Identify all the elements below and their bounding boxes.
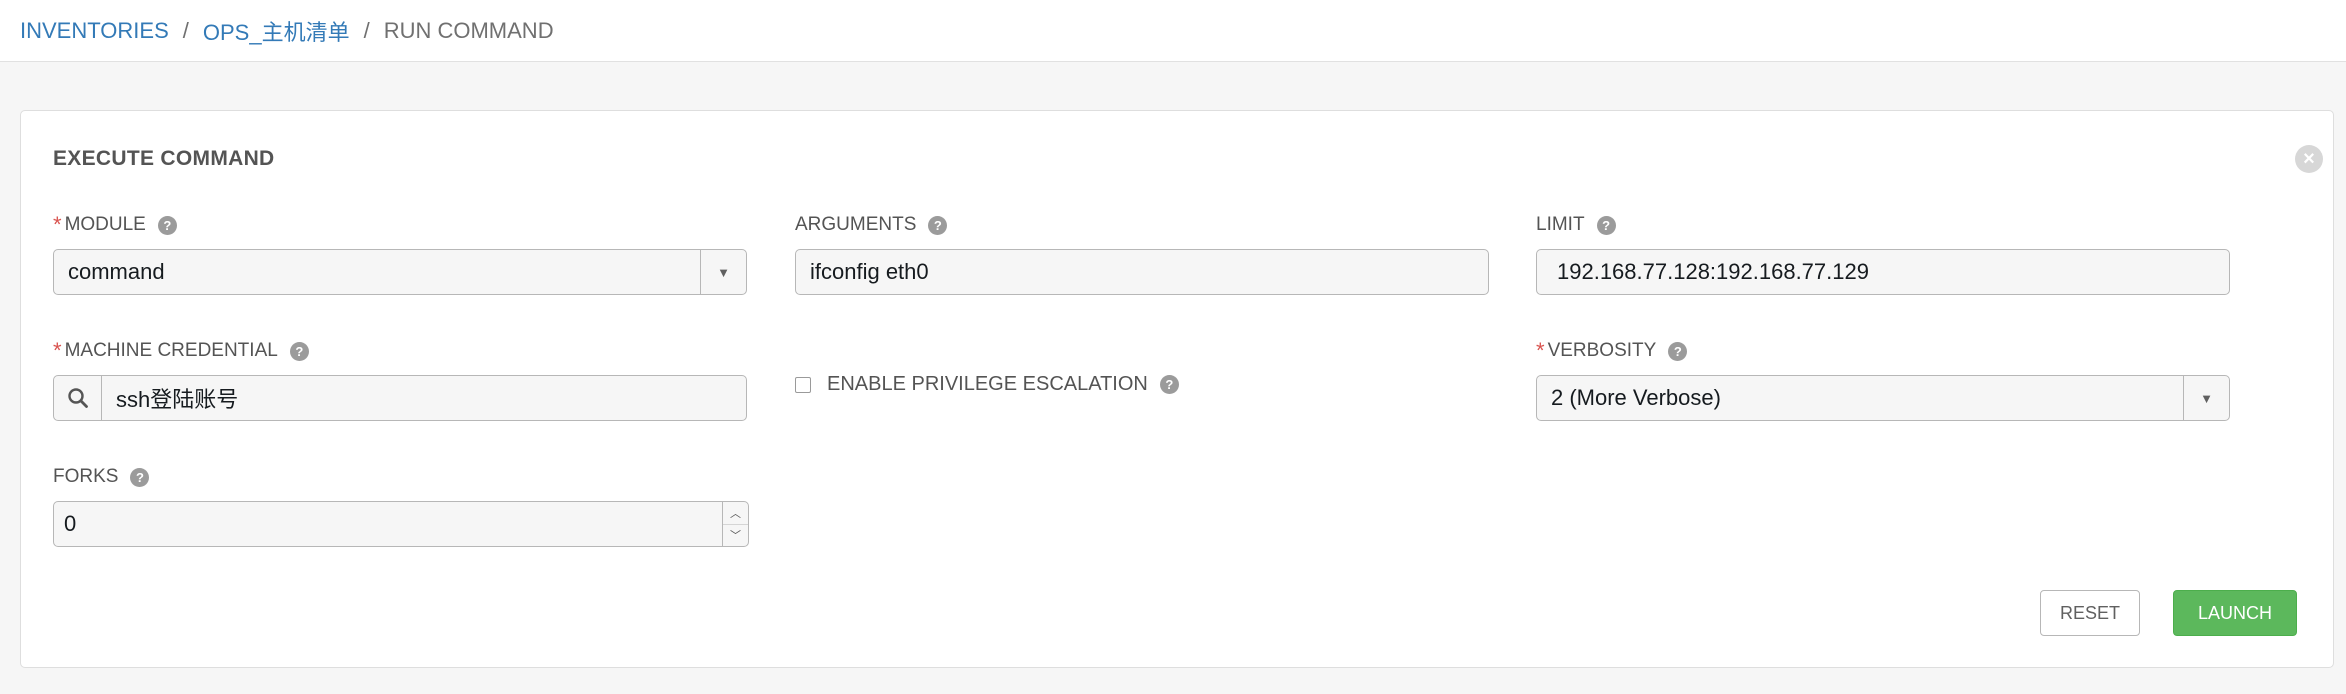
- machine-credential-field: * MACHINE CREDENTIAL ? ssh登陆账号: [53, 338, 747, 423]
- module-field: * MODULE ? command ▼: [53, 212, 747, 297]
- chevron-down-icon[interactable]: ﹀: [723, 523, 748, 547]
- privilege-escalation-checkbox[interactable]: [795, 376, 811, 393]
- module-value: command: [68, 259, 165, 284]
- breadcrumb-separator: /: [182, 17, 189, 43]
- machine-credential-lookup[interactable]: ssh登陆账号: [53, 375, 747, 421]
- module-select[interactable]: command ▼: [53, 249, 747, 295]
- execute-command-panel: EXECUTE COMMAND × * MODULE ? command ▼ A…: [20, 110, 2334, 668]
- verbosity-field: * VERBOSITY ? 2 (More Verbose) ▼: [1536, 338, 2230, 423]
- breadcrumb-current: RUN COMMAND: [383, 17, 554, 43]
- arguments-label: ARGUMENTS ?: [795, 213, 1489, 237]
- chevron-down-icon[interactable]: ▼: [700, 250, 746, 294]
- arguments-field: ARGUMENTS ? ifconfig eth0: [795, 213, 1489, 297]
- breadcrumb-separator: /: [363, 17, 370, 43]
- forks-field: FORKS ? 0 ︿ ﹀: [53, 465, 749, 549]
- forks-spinner: ︿ ﹀: [722, 502, 748, 546]
- limit-label-text: LIMIT: [1536, 214, 1585, 235]
- breadcrumb-inventories-link[interactable]: INVENTORIES: [20, 18, 169, 44]
- launch-button[interactable]: LAUNCH: [2173, 590, 2297, 636]
- chevron-down-icon[interactable]: ▼: [2183, 376, 2229, 420]
- required-mark: *: [1536, 338, 1545, 363]
- limit-label: LIMIT ?: [1536, 213, 2230, 237]
- arguments-label-text: ARGUMENTS: [795, 214, 917, 235]
- module-label-text: MODULE: [64, 214, 146, 235]
- arguments-value: ifconfig eth0: [810, 259, 929, 284]
- help-icon[interactable]: ?: [1596, 215, 1616, 235]
- panel-title: EXECUTE COMMAND: [53, 147, 275, 170]
- verbosity-value: 2 (More Verbose): [1551, 385, 1721, 410]
- chevron-up-icon[interactable]: ︿: [723, 502, 748, 524]
- privilege-escalation-row: ENABLE PRIVILEGE ESCALATION ?: [795, 373, 1179, 396]
- help-icon[interactable]: ?: [157, 215, 177, 235]
- forks-label-text: FORKS: [53, 466, 119, 487]
- verbosity-select[interactable]: 2 (More Verbose) ▼: [1536, 375, 2230, 421]
- reset-button[interactable]: RESET: [2040, 590, 2140, 636]
- module-label: * MODULE ?: [53, 212, 747, 237]
- breadcrumb-inventory-link[interactable]: OPS_主机清单: [203, 15, 350, 47]
- forks-input[interactable]: 0 ︿ ﹀: [53, 501, 749, 547]
- limit-field: LIMIT ? 192.168.77.128:192.168.77.129: [1536, 213, 2230, 297]
- help-icon[interactable]: ?: [928, 215, 948, 235]
- arguments-input[interactable]: ifconfig eth0: [795, 249, 1489, 295]
- verbosity-label-text: VERBOSITY: [1547, 340, 1657, 361]
- close-icon[interactable]: ×: [2295, 145, 2323, 173]
- breadcrumb: INVENTORIES / OPS_主机清单 / RUN COMMAND: [0, 0, 2346, 62]
- limit-value: 192.168.77.128:192.168.77.129: [1557, 259, 1869, 284]
- forks-value: 0: [64, 511, 77, 536]
- machine-credential-label: * MACHINE CREDENTIAL ?: [53, 338, 747, 363]
- help-icon[interactable]: ?: [1668, 341, 1688, 361]
- machine-credential-label-text: MACHINE CREDENTIAL: [64, 340, 278, 361]
- forks-label: FORKS ?: [53, 465, 749, 489]
- privilege-escalation-label: ENABLE PRIVILEGE ESCALATION: [827, 373, 1148, 395]
- verbosity-label: * VERBOSITY ?: [1536, 338, 2230, 363]
- limit-input[interactable]: 192.168.77.128:192.168.77.129: [1536, 249, 2230, 295]
- machine-credential-value: ssh登陆账号: [116, 387, 239, 412]
- required-mark: *: [53, 338, 62, 363]
- help-icon[interactable]: ?: [1159, 375, 1179, 394]
- help-icon[interactable]: ?: [289, 341, 309, 361]
- search-icon[interactable]: [54, 376, 102, 420]
- help-icon[interactable]: ?: [130, 467, 150, 487]
- required-mark: *: [53, 212, 62, 237]
